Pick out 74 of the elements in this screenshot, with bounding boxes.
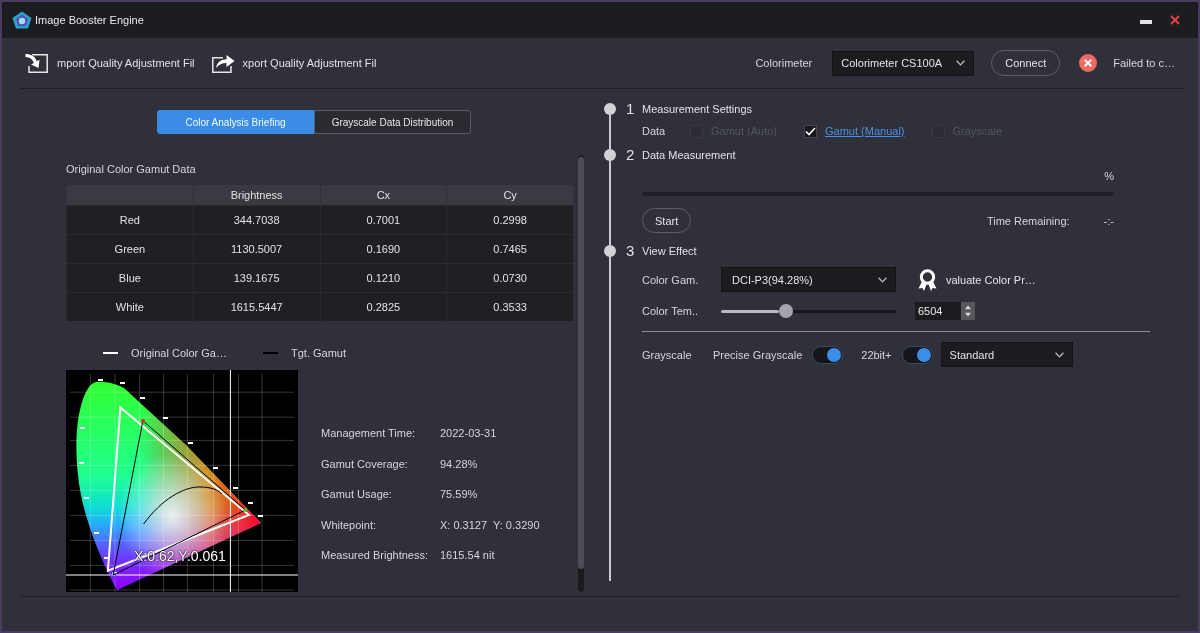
legend-label: Original Color Ga… <box>131 347 227 359</box>
status-text: Failed to c… <box>1113 57 1175 69</box>
option-link[interactable]: Gamut (Manual) <box>825 125 905 137</box>
row-label: Red <box>66 206 193 234</box>
checkbox[interactable] <box>804 124 818 138</box>
table-title: Original Color Gamut Data <box>66 162 197 176</box>
table-cell: 0.2825 <box>319 293 447 321</box>
time-remaining-label: Time Remaining: <box>986 214 1070 227</box>
chevron-down-icon <box>956 60 966 66</box>
window-title: Image Booster Engine <box>35 14 144 26</box>
table-cell: 0.0730 <box>446 264 573 292</box>
table-cell: 1615.5447 <box>192 293 320 321</box>
stat-label: Management Time: <box>321 427 417 440</box>
evaluate-button[interactable]: valuate Color Pr… <box>918 268 1036 291</box>
step-title: Data Measurement <box>642 149 736 161</box>
stat-value: 2022-03-31 <box>440 427 497 440</box>
stat-label: Gamut Usage: <box>321 488 393 501</box>
field-label: Grayscale <box>642 348 693 361</box>
stat-label: Gamut Coverage: <box>321 457 409 470</box>
colorimeter-dropdown[interactable]: Colorimeter CS100A <box>832 50 975 76</box>
table-cell: 0.1690 <box>319 235 447 263</box>
table-cell: 0.7001 <box>319 206 447 234</box>
row-label: Blue <box>66 264 193 292</box>
table-cell: 0.7465 <box>446 235 573 263</box>
table-cell: 0.1210 <box>319 264 447 292</box>
field-label: Color Tem.. <box>642 305 700 317</box>
column-header: Cx <box>319 185 447 205</box>
export-button[interactable]: xport Quality Adjustment Fil <box>210 53 377 73</box>
field-label: Colorimeter <box>755 57 813 69</box>
logo-icon <box>12 11 32 29</box>
spin-arrows-icon[interactable] <box>961 302 975 320</box>
export-icon <box>210 53 235 73</box>
scrollbar[interactable] <box>578 155 584 592</box>
stat-value: 1615.54 nit <box>440 549 495 562</box>
slider-thumb[interactable] <box>778 304 793 318</box>
stat-label: Whitepoint: <box>321 518 378 531</box>
chevron-down-icon <box>1054 351 1064 358</box>
step-number: 2 <box>626 145 636 165</box>
row-label: White <box>66 293 193 321</box>
percent-label: % <box>1104 170 1114 184</box>
chevron-down-icon <box>878 276 887 283</box>
import-button[interactable]: mport Quality Adjustment Fil <box>25 53 195 73</box>
toggle-switch[interactable] <box>901 345 933 364</box>
close-icon[interactable] <box>1170 15 1180 25</box>
stat-label: Measured Brightness: <box>321 549 429 562</box>
tab[interactable]: Grayscale Data Distribution <box>314 110 471 134</box>
step-title: View Effect <box>642 245 697 257</box>
table-cell: 139.1675 <box>192 264 320 292</box>
stat-value: 75.59% <box>440 488 478 501</box>
table-cell: 1130.5007 <box>192 235 320 263</box>
toggle-switch[interactable] <box>812 345 844 364</box>
step-number: 3 <box>626 241 636 261</box>
toggle-label: Precise Grayscale <box>713 348 803 361</box>
field-label: Data <box>642 125 667 137</box>
step-title: Measurement Settings <box>642 103 753 115</box>
field-label: Color Gam. <box>642 273 700 286</box>
column-header: Cy <box>446 185 573 205</box>
number-field[interactable]: 6504 <box>915 302 975 320</box>
stat-value: 94.28% <box>440 457 478 470</box>
import-icon <box>25 53 49 73</box>
table-cell: 344.7038 <box>192 206 320 234</box>
column-header: Brightness <box>192 185 320 205</box>
stat-value: X: 0.3127 Y: 0.3290 <box>440 518 540 531</box>
mode-dropdown[interactable]: Standard <box>940 342 1073 367</box>
table-cell: 0.2998 <box>446 206 573 234</box>
gamut-dropdown[interactable]: DCI-P3(94.28%) <box>721 267 896 292</box>
award-icon <box>918 268 937 291</box>
check-icon <box>805 126 817 136</box>
table-cell: 0.3533 <box>446 293 573 321</box>
legend-label: Tgt. Gamut <box>291 347 346 359</box>
time-remaining-value: -:- <box>1103 214 1114 227</box>
toggle-label: 22bit+ <box>861 348 892 361</box>
step-number: 1 <box>626 99 636 119</box>
row-label: Green <box>66 235 193 263</box>
